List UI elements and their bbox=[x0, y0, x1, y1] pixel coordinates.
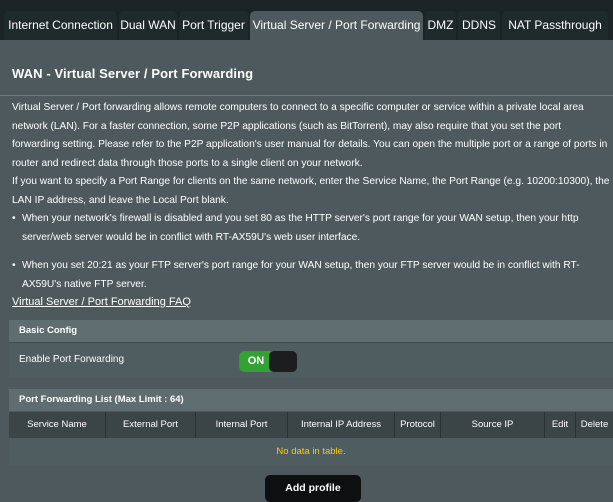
col-delete: Delete bbox=[580, 419, 609, 430]
tab-ddns[interactable]: DDNS bbox=[458, 11, 500, 40]
tab-virtual-server[interactable]: Virtual Server / Port Forwarding bbox=[250, 11, 423, 40]
tab-dual-wan[interactable]: Dual WAN bbox=[119, 11, 177, 40]
tab-internet-connection[interactable]: Internet Connection bbox=[4, 11, 117, 40]
table-header-row: Service Name External Port Internal Port… bbox=[9, 412, 613, 438]
empty-table-message: No data in table. bbox=[9, 438, 613, 466]
note-http-conflict: • When your network's firewall is disabl… bbox=[12, 210, 610, 247]
col-edit: Edit bbox=[545, 412, 576, 438]
port-forwarding-list-header: Port Forwarding List (Max Limit : 64) bbox=[9, 389, 613, 411]
tab-bar: Internet Connection Dual WAN Port Trigge… bbox=[0, 0, 613, 40]
bullet-dot: • bbox=[12, 213, 16, 224]
description-paragraph-1: Virtual Server / Port forwarding allows … bbox=[12, 102, 608, 169]
basic-config-header: Basic Config bbox=[9, 320, 613, 342]
enable-port-forwarding-row: Enable Port Forwarding ON bbox=[9, 342, 613, 378]
tab-dmz[interactable]: DMZ bbox=[425, 11, 456, 40]
col-internal-port: Internal Port bbox=[196, 412, 288, 438]
title-divider bbox=[0, 95, 613, 96]
faq-link[interactable]: Virtual Server / Port Forwarding FAQ bbox=[12, 296, 191, 308]
note-text: When you set 20:21 as your FTP server's … bbox=[22, 260, 580, 290]
add-profile-button[interactable]: Add profile bbox=[265, 475, 361, 502]
bullet-dot: • bbox=[12, 260, 16, 271]
enable-port-forwarding-label: Enable Port Forwarding bbox=[19, 354, 125, 365]
col-internal-ip: Internal IP Address bbox=[288, 412, 395, 438]
tab-nat-passthrough[interactable]: NAT Passthrough bbox=[502, 11, 608, 40]
tab-port-trigger[interactable]: Port Trigger bbox=[179, 11, 248, 40]
toggle-knob bbox=[269, 351, 297, 372]
description-paragraph-2: If you want to specify a Port Range for … bbox=[12, 176, 610, 206]
col-source-ip: Source IP bbox=[441, 412, 545, 438]
col-protocol: Protocol bbox=[395, 412, 441, 438]
description: Virtual Server / Port forwarding allows … bbox=[12, 99, 610, 211]
note-text: When your network's firewall is disabled… bbox=[22, 213, 579, 243]
toggle-on-label: ON bbox=[239, 351, 273, 372]
note-ftp-conflict: • When you set 20:21 as your FTP server'… bbox=[12, 257, 610, 294]
col-external-port: External Port bbox=[106, 412, 196, 438]
page-title: WAN - Virtual Server / Port Forwarding bbox=[12, 66, 254, 81]
port-forwarding-toggle[interactable]: ON bbox=[239, 351, 297, 372]
col-service-name: Service Name bbox=[9, 412, 106, 438]
